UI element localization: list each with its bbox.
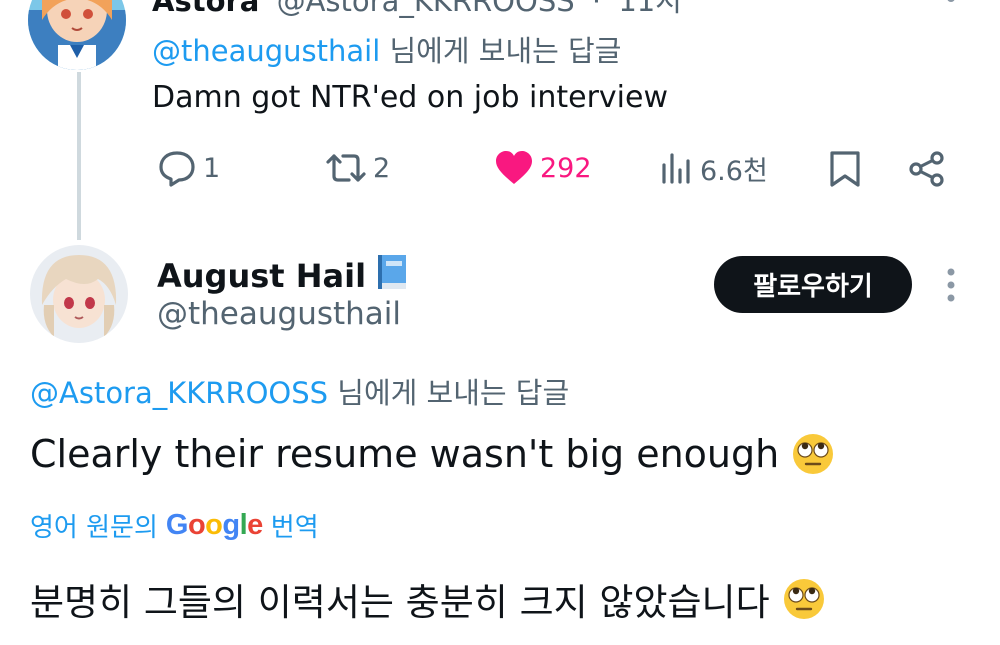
face-with-rolling-eyes-icon bbox=[782, 577, 826, 621]
reply-to-suffix: 님에게 보내는 답글 bbox=[337, 376, 570, 410]
translate-suffix: 번역 bbox=[270, 513, 319, 543]
share-button[interactable] bbox=[908, 150, 946, 192]
reply-to-mention-link[interactable]: @Astora_KKRROOSS bbox=[30, 376, 328, 410]
main-tweet-replying-to: @Astora_KKRROOSS 님에게 보내는 답글 bbox=[30, 370, 569, 412]
google-logo: Google bbox=[165, 509, 263, 541]
avatar[interactable] bbox=[28, 0, 126, 70]
heart-filled-icon bbox=[494, 150, 534, 186]
avatar[interactable] bbox=[30, 245, 128, 343]
main-tweet-text: Clearly their resume wasn't big enough bbox=[30, 432, 780, 476]
retweet-button[interactable]: 2 bbox=[325, 148, 390, 188]
bar-chart-icon bbox=[660, 151, 694, 185]
bookmark-icon bbox=[829, 151, 861, 192]
main-tweet-display-name[interactable]: August Hail bbox=[157, 257, 366, 295]
main-tweet-text-row: Clearly their resume wasn't big enough bbox=[30, 432, 835, 476]
reply-tweet-dot: · bbox=[591, 0, 602, 18]
reply-tweet-time[interactable]: 11시 bbox=[618, 0, 682, 18]
reply-tweet-more-icon[interactable] bbox=[943, 0, 959, 14]
face-with-rolling-eyes-icon bbox=[791, 432, 835, 476]
translate-link[interactable]: 영어 원문의 Google 번역 bbox=[30, 507, 319, 544]
reply-count: 1 bbox=[203, 152, 221, 184]
main-tweet-name-row: August Hail bbox=[157, 253, 410, 299]
reply-tweet-handle[interactable]: @Astora_KKRROOSS bbox=[277, 0, 575, 18]
main-tweet-handle[interactable]: @theaugusthail bbox=[157, 296, 401, 332]
retweet-count: 2 bbox=[373, 152, 391, 184]
bookmark-button[interactable] bbox=[829, 150, 861, 192]
translate-prefix: 영어 원문의 bbox=[30, 513, 158, 543]
translated-text: 분명히 그들의 이력서는 충분히 크지 않았습니다 bbox=[30, 581, 770, 624]
share-icon bbox=[908, 151, 946, 192]
retweet-icon bbox=[325, 150, 367, 186]
blue-book-icon bbox=[376, 253, 410, 299]
views-button[interactable]: 6.6천 bbox=[660, 148, 768, 188]
more-options-icon[interactable] bbox=[940, 266, 962, 304]
reply-tweet-header: Astora @Astora_KKRROOSS · 11시 bbox=[152, 0, 682, 20]
thread-connector-line bbox=[77, 72, 81, 240]
reply-to-suffix: 님에게 보내는 답글 bbox=[389, 34, 622, 68]
reply-tweet-display-name[interactable]: Astora bbox=[152, 0, 259, 18]
reply-to-mention-link[interactable]: @theaugusthail bbox=[152, 34, 380, 68]
reply-button[interactable]: 1 bbox=[157, 148, 220, 188]
reply-tweet-text: Damn got NTR'ed on job interview bbox=[152, 80, 669, 115]
views-count: 6.6천 bbox=[700, 155, 768, 187]
follow-button[interactable]: 팔로우하기 bbox=[714, 256, 912, 313]
reply-tweet-replying-to: @theaugusthail 님에게 보내는 답글 bbox=[152, 28, 621, 70]
reply-icon bbox=[157, 149, 197, 187]
like-count: 292 bbox=[540, 152, 592, 184]
translated-text-row: 분명히 그들의 이력서는 충분히 크지 않았습니다 bbox=[30, 572, 826, 626]
like-button[interactable]: 292 bbox=[494, 148, 592, 188]
